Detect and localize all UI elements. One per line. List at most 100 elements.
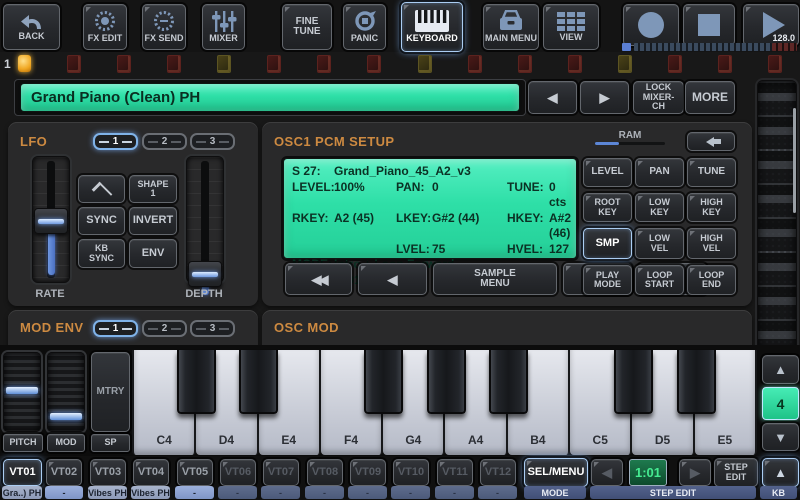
param-play-mode-button[interactable]: PLAY MODE <box>583 265 632 295</box>
mod-env-tab-2[interactable]: 2 <box>142 320 187 337</box>
lfo-env-button[interactable]: ENV <box>129 239 177 268</box>
back-button[interactable]: BACK <box>3 4 60 50</box>
sample-prev-fast-button[interactable]: ◀◀ <box>285 263 352 295</box>
param-low-vel-button[interactable]: LOW VEL <box>635 228 684 259</box>
channel-indicator-icon[interactable] <box>217 55 231 73</box>
mod-env-tab-3[interactable]: 3 <box>190 320 235 337</box>
song-position-marker[interactable] <box>622 43 631 51</box>
sample-prev-button[interactable]: ◀ <box>358 263 427 295</box>
keyboard-button[interactable]: KEYBOARD <box>401 2 463 52</box>
pitch-wheel[interactable] <box>3 352 41 432</box>
channel-indicator-icon-active[interactable] <box>18 55 31 72</box>
octave-down-button[interactable]: ▼ <box>762 423 799 451</box>
channel-indicator-icon[interactable] <box>568 55 582 73</box>
track-button-vt06[interactable]: VT06 <box>220 459 256 486</box>
key-Csharp4[interactable] <box>177 350 216 414</box>
lfo-tab-3[interactable]: 3 <box>190 133 235 150</box>
track-button-vt03[interactable]: VT03 <box>90 459 126 486</box>
lfo-shape-button[interactable]: SHAPE 1 <box>129 175 177 203</box>
channel-indicator-icon[interactable] <box>618 55 632 73</box>
key-Asharp4[interactable] <box>489 350 528 414</box>
fx-edit-button[interactable]: FX EDIT <box>83 4 127 50</box>
track-button-vt08[interactable]: VT08 <box>307 459 343 486</box>
track-button-vt07[interactable]: VT07 <box>263 459 299 486</box>
channel-indicator-icon[interactable] <box>167 55 181 73</box>
track-button-vt12[interactable]: VT12 <box>480 459 516 486</box>
key-Fsharp4[interactable] <box>364 350 403 414</box>
mod-wheel[interactable] <box>47 352 85 432</box>
key-Dsharp5[interactable] <box>677 350 716 414</box>
stop-button[interactable] <box>683 4 735 46</box>
channel-indicator-icon[interactable] <box>367 55 381 73</box>
channel-indicator-icon[interactable] <box>418 55 432 73</box>
channel-indicator-icon[interactable] <box>668 55 682 73</box>
track-button-vt11[interactable]: VT11 <box>437 459 473 486</box>
kb-toggle-button[interactable]: ▲ <box>762 458 799 487</box>
key-Dsharp4[interactable] <box>239 350 278 414</box>
track-button-vt09[interactable]: VT09 <box>350 459 386 486</box>
scrollbar-thumb[interactable] <box>793 108 796 213</box>
track-button-vt10[interactable]: VT10 <box>393 459 429 486</box>
channel-indicator-icon[interactable] <box>317 55 331 73</box>
mixer-button[interactable]: MIXER <box>202 4 245 50</box>
lfo-sync-button[interactable]: SYNC <box>78 207 125 235</box>
param-loop-end-button[interactable]: LOOP END <box>687 265 736 295</box>
lfo-depth-slider[interactable] <box>186 156 224 283</box>
sp-button[interactable]: SP <box>91 434 130 452</box>
scroll-ribbon[interactable] <box>757 80 797 354</box>
step-prev-button[interactable]: ◀ <box>591 459 623 486</box>
octave-up-button[interactable]: ▲ <box>762 355 799 384</box>
main-menu-button[interactable]: MAIN MENU <box>483 4 539 50</box>
more-button[interactable]: MORE <box>685 81 735 114</box>
sel-menu-button[interactable]: SEL/MENU <box>524 458 588 487</box>
lfo-shape-wave-button[interactable] <box>78 175 125 203</box>
channel-indicator-icon[interactable] <box>117 55 131 73</box>
step-edit-button[interactable]: STEP EDIT <box>714 458 758 487</box>
track-button-vt05[interactable]: VT05 <box>177 459 213 486</box>
record-button[interactable] <box>623 4 679 46</box>
key-Gsharp4[interactable] <box>427 350 466 414</box>
song-progress-bar[interactable] <box>634 43 772 51</box>
play-button[interactable]: 128.0 <box>743 4 799 46</box>
lkey-value: G#2 (44) <box>432 211 507 242</box>
channel-indicator-icon[interactable] <box>468 55 482 73</box>
channel-indicator-icon[interactable] <box>267 55 281 73</box>
lfo-invert-button[interactable]: INVERT <box>129 207 177 235</box>
param-smp-button[interactable]: SMP <box>583 228 632 259</box>
track-button-vt01[interactable]: VT01 <box>3 459 42 486</box>
position-display[interactable]: 1:01 <box>629 459 667 486</box>
track-button-vt04[interactable]: VT04 <box>133 459 169 486</box>
octave-display[interactable]: 4 <box>762 387 799 420</box>
fine-tune-button[interactable]: FINE TUNE <box>282 4 332 50</box>
mtry-button[interactable]: MTRY <box>91 352 130 432</box>
sound-prev-button[interactable]: ◀ <box>528 81 577 114</box>
ram-back-button[interactable] <box>687 132 735 151</box>
track-button-vt02[interactable]: VT02 <box>46 459 82 486</box>
step-next-button[interactable]: ▶ <box>679 459 711 486</box>
lock-mixer-ch-button[interactable]: LOCK MIXER-CH <box>633 81 684 114</box>
lfo-tab-1[interactable]: 1 <box>93 133 138 150</box>
sample-menu-button[interactable]: SAMPLE MENU <box>433 263 557 295</box>
param-high-vel-button[interactable]: HIGH VEL <box>687 228 736 259</box>
panic-button[interactable]: PANIC <box>343 4 386 50</box>
param-low-key-button[interactable]: LOW KEY <box>635 193 684 222</box>
param-tune-button[interactable]: TUNE <box>687 158 736 187</box>
lfo-tab-2[interactable]: 2 <box>142 133 187 150</box>
channel-indicator-icon[interactable] <box>718 55 732 73</box>
param-level-button[interactable]: LEVEL <box>583 158 632 187</box>
sound-display[interactable]: Grand Piano (Clean) PH <box>20 83 520 112</box>
param-root-key-button[interactable]: ROOT KEY <box>583 193 632 222</box>
channel-indicator-icon[interactable] <box>768 55 782 73</box>
channel-indicator-icon[interactable] <box>518 55 532 73</box>
channel-indicator-icon[interactable] <box>67 55 81 73</box>
key-Csharp5[interactable] <box>614 350 653 414</box>
mod-env-tab-1[interactable]: 1 <box>93 320 138 337</box>
param-high-key-button[interactable]: HIGH KEY <box>687 193 736 222</box>
view-button[interactable]: VIEW <box>543 4 599 50</box>
param-loop-start-button[interactable]: LOOP START <box>635 265 684 295</box>
sound-next-button[interactable]: ▶ <box>580 81 629 114</box>
param-pan-button[interactable]: PAN <box>635 158 684 187</box>
lfo-kb-sync-button[interactable]: KB SYNC <box>78 239 125 268</box>
lfo-rate-slider[interactable] <box>32 156 70 283</box>
fx-send-button[interactable]: FX SEND <box>142 4 186 50</box>
